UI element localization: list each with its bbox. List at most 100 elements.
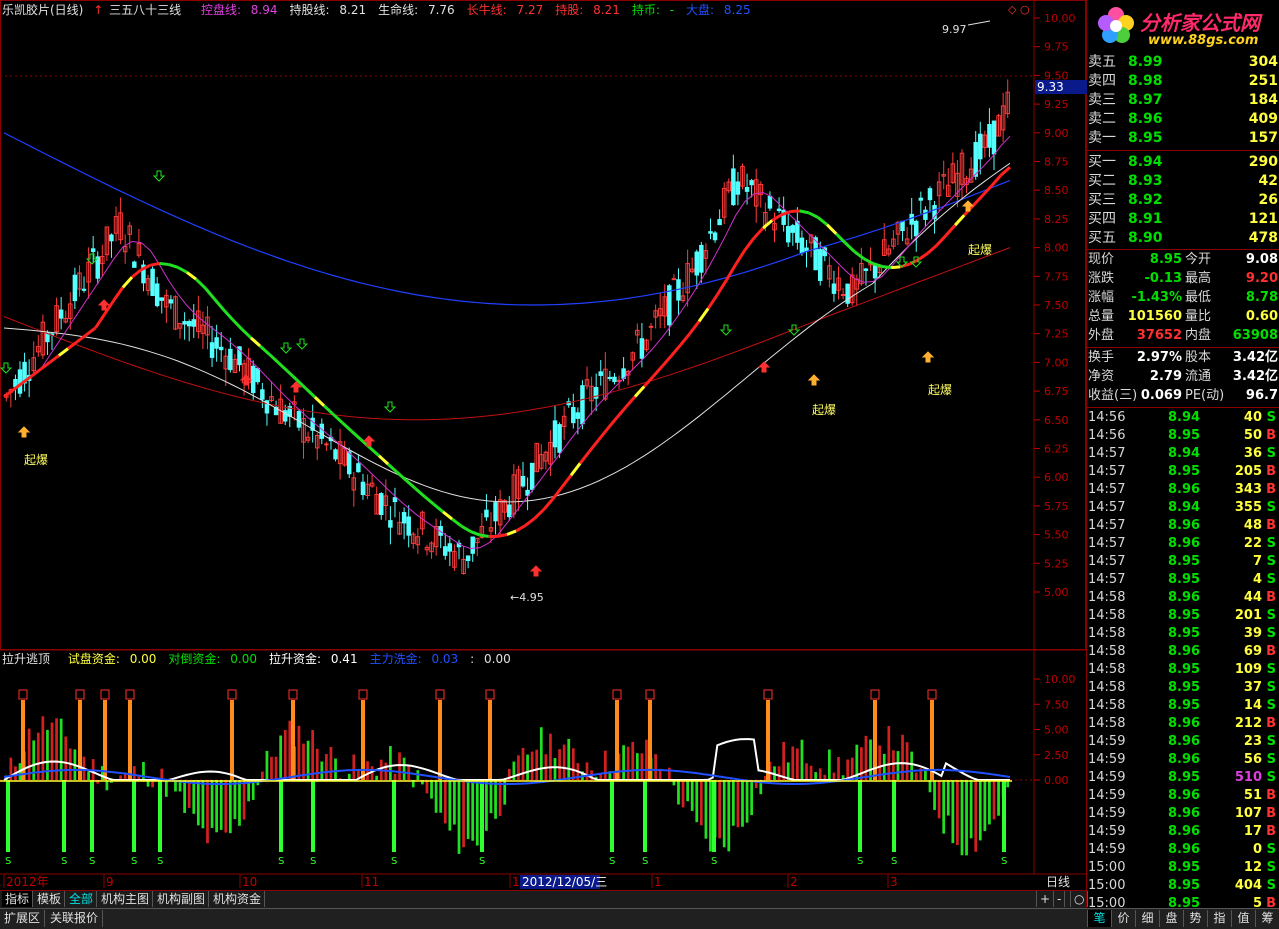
bid-volume: 478 bbox=[1249, 229, 1278, 247]
chigu-line-segment bbox=[928, 245, 937, 253]
tick-row[interactable]: 14:588.9669B bbox=[1088, 643, 1278, 661]
chigu-line-segment bbox=[544, 499, 553, 510]
chigu-line-segment bbox=[553, 487, 562, 499]
candle-body bbox=[649, 326, 652, 327]
right-tab-1[interactable]: 价 bbox=[1111, 910, 1135, 927]
tick-price: 8.96 bbox=[1168, 589, 1200, 607]
indicator-name: 三五八十三线 bbox=[109, 3, 181, 17]
tick-row[interactable]: 14:578.957S bbox=[1088, 553, 1278, 571]
bid-row[interactable]: 买四8.91121 bbox=[1088, 210, 1278, 228]
tick-row[interactable]: 14:568.9550B bbox=[1088, 427, 1278, 445]
candle-body bbox=[485, 510, 488, 517]
tick-row[interactable]: 14:588.9537S bbox=[1088, 679, 1278, 697]
tick-time: 14:57 bbox=[1088, 535, 1125, 553]
tab-control-2[interactable]: ○ bbox=[1070, 891, 1088, 907]
kline-chart-area[interactable]: 10.009.759.509.259.008.758.508.258.007.7… bbox=[0, 0, 1086, 906]
raise-marker-icon bbox=[764, 690, 772, 699]
kongpan-line bbox=[4, 136, 1010, 548]
stat-value: 2.97% bbox=[1120, 349, 1182, 367]
candle-body bbox=[672, 279, 675, 280]
stat-key: 总量 bbox=[1088, 308, 1114, 326]
tick-row[interactable]: 14:578.9648B bbox=[1088, 517, 1278, 535]
chigu-line-segment bbox=[882, 266, 891, 267]
tick-direction: B bbox=[1266, 643, 1276, 661]
tick-row[interactable]: 14:588.95109S bbox=[1088, 661, 1278, 679]
tick-row[interactable]: 14:578.94355S bbox=[1088, 499, 1278, 517]
tick-row[interactable]: 14:598.9651B bbox=[1088, 787, 1278, 805]
stat-key: 最低 bbox=[1185, 289, 1211, 307]
tab-0[interactable]: 指标 bbox=[2, 891, 33, 907]
bid-row[interactable]: 买五8.90478 bbox=[1088, 229, 1278, 247]
header-item-label: 持币: bbox=[632, 3, 664, 17]
right-tab-5[interactable]: 指 bbox=[1207, 910, 1231, 927]
right-tab-6[interactable]: 值 bbox=[1231, 910, 1255, 927]
tick-price: 8.95 bbox=[1168, 427, 1200, 445]
window-controls[interactable]: ◇ ○ bbox=[1008, 3, 1030, 16]
tab-2[interactable]: 全部 bbox=[66, 891, 97, 907]
chigu-line-segment bbox=[800, 211, 809, 213]
chigu-line-segment bbox=[41, 362, 50, 369]
ask-row[interactable]: 卖五8.99304 bbox=[1088, 53, 1278, 71]
tick-row[interactable]: 14:578.95205B bbox=[1088, 463, 1278, 481]
escape-marker-icon: S bbox=[479, 856, 485, 867]
chigu-line-segment bbox=[260, 346, 269, 354]
tick-row[interactable]: 14:578.9622S bbox=[1088, 535, 1278, 553]
tick-row[interactable]: 14:588.96212B bbox=[1088, 715, 1278, 733]
tick-row[interactable]: 14:598.9656S bbox=[1088, 751, 1278, 769]
header-item-4: 持股: 8.21 bbox=[555, 3, 626, 17]
ask-row[interactable]: 卖一8.95157 bbox=[1088, 129, 1278, 147]
tab-4[interactable]: 机构副图 bbox=[154, 891, 209, 907]
ask-volume: 304 bbox=[1249, 53, 1278, 71]
tick-row[interactable]: 15:008.9512S bbox=[1088, 859, 1278, 877]
right-tab-3[interactable]: 盘 bbox=[1159, 910, 1183, 927]
tick-row[interactable]: 15:008.95404S bbox=[1088, 877, 1278, 895]
right-tab-0[interactable]: 笔 bbox=[1087, 910, 1111, 927]
tick-row[interactable]: 14:598.96107B bbox=[1088, 805, 1278, 823]
tab-3[interactable]: 机构主图 bbox=[98, 891, 153, 907]
status-tab-1[interactable]: 关联报价 bbox=[46, 910, 103, 927]
tick-row[interactable]: 14:598.960S bbox=[1088, 841, 1278, 859]
chigu-line-segment bbox=[352, 431, 361, 439]
stat-key: PE(动) bbox=[1185, 387, 1224, 405]
tab-control-1[interactable]: - bbox=[1053, 891, 1065, 907]
tick-row[interactable]: 14:588.9514S bbox=[1088, 697, 1278, 715]
period-label[interactable]: 日线 bbox=[1046, 875, 1070, 889]
tick-row[interactable]: 14:588.9539S bbox=[1088, 625, 1278, 643]
bid-row[interactable]: 买一8.94290 bbox=[1088, 153, 1278, 171]
tab-5[interactable]: 机构资金 bbox=[210, 891, 265, 907]
tab-1[interactable]: 模板 bbox=[34, 891, 65, 907]
right-tab-4[interactable]: 势 bbox=[1183, 910, 1207, 927]
tick-row[interactable]: 14:568.9440S bbox=[1088, 409, 1278, 427]
chigu-line-segment bbox=[123, 277, 132, 287]
tick-volume: 14 bbox=[1244, 697, 1262, 715]
tick-row[interactable]: 14:578.9436S bbox=[1088, 445, 1278, 463]
tick-row[interactable]: 14:588.95201S bbox=[1088, 607, 1278, 625]
tick-volume: 37 bbox=[1244, 679, 1262, 697]
status-tab-0[interactable]: 扩展区 bbox=[0, 910, 45, 927]
tick-row[interactable]: 14:598.9617B bbox=[1088, 823, 1278, 841]
tab-control-0[interactable]: + bbox=[1036, 891, 1054, 907]
candle-body bbox=[151, 269, 154, 295]
bid-row[interactable]: 买二8.9342 bbox=[1088, 172, 1278, 190]
tick-row[interactable]: 14:578.96343B bbox=[1088, 481, 1278, 499]
tick-row[interactable]: 14:588.9644B bbox=[1088, 589, 1278, 607]
bid-row[interactable]: 买三8.9226 bbox=[1088, 191, 1278, 209]
tick-row[interactable]: 14:598.9623S bbox=[1088, 733, 1278, 751]
stat-key: 净资 bbox=[1088, 368, 1114, 386]
right-tab-7[interactable]: 筹 bbox=[1255, 910, 1279, 927]
candle-body bbox=[924, 210, 927, 219]
stat-key: 涨幅 bbox=[1088, 289, 1114, 307]
ask-row[interactable]: 卖三8.97184 bbox=[1088, 91, 1278, 109]
price-tick-label: 7.75 bbox=[1044, 270, 1069, 283]
header-item-label: : bbox=[470, 652, 478, 666]
ask-row[interactable]: 卖二8.96409 bbox=[1088, 110, 1278, 128]
right-tab-2[interactable]: 细 bbox=[1135, 910, 1159, 927]
kline-chart-svg[interactable]: 10.009.759.509.259.008.758.508.258.007.7… bbox=[0, 0, 1086, 906]
tick-row[interactable]: 14:578.954S bbox=[1088, 571, 1278, 589]
header-item-4: : 0.00 bbox=[470, 652, 517, 666]
ask-row[interactable]: 卖四8.98251 bbox=[1088, 72, 1278, 90]
tick-row[interactable]: 14:598.95510S bbox=[1088, 769, 1278, 787]
tick-price: 8.96 bbox=[1168, 787, 1200, 805]
stat-key: 换手 bbox=[1088, 349, 1114, 367]
chigu-line-segment bbox=[187, 272, 196, 279]
